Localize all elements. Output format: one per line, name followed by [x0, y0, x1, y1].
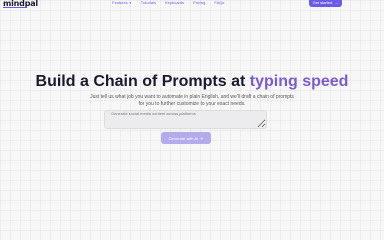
- prompt-input[interactable]: [104, 110, 267, 129]
- sparkle-icon: ✦: [200, 135, 204, 141]
- hero-title-accent: typing speed: [249, 73, 349, 90]
- nav-link-label: Keyboards: [164, 0, 185, 5]
- nav-link-tutorials[interactable]: Tutorials: [141, 0, 156, 5]
- hero-title-main: Build a Chain of Prompts at: [35, 73, 250, 90]
- nav-link-faqs[interactable]: FAQs: [214, 0, 224, 5]
- hero-subtitle: Just tell us what job you want to automa…: [90, 94, 294, 107]
- get-started-label: Get started: [312, 0, 333, 5]
- generate-with-ai-button[interactable]: Generate with AI ✦: [161, 132, 211, 144]
- hero-title: Build a Chain of Prompts at typing speed: [0, 73, 384, 91]
- nav-link-label: FAQs: [214, 0, 225, 5]
- chevron-down-icon: ▼: [128, 0, 132, 5]
- nav-link-keyboards[interactable]: Keyboards: [165, 0, 184, 5]
- get-started-button[interactable]: Get started →: [309, 0, 342, 7]
- nav-link-label: Pricing: [193, 0, 206, 5]
- logo-underline: [3, 7, 27, 8]
- arrow-right-icon: →: [334, 0, 339, 5]
- nav-link-pricing[interactable]: Pricing: [193, 0, 205, 5]
- nav-link-label: Tutorials: [140, 0, 156, 5]
- nav-link-features[interactable]: Features ▼: [112, 0, 132, 5]
- top-nav: mindpal Features ▼ Tutorials Keyboards P…: [0, 0, 384, 8]
- nav-links: Features ▼ Tutorials Keyboards Pricing F…: [112, 0, 224, 5]
- generate-label: Generate with AI: [168, 135, 199, 141]
- nav-link-label: Features: [112, 0, 128, 5]
